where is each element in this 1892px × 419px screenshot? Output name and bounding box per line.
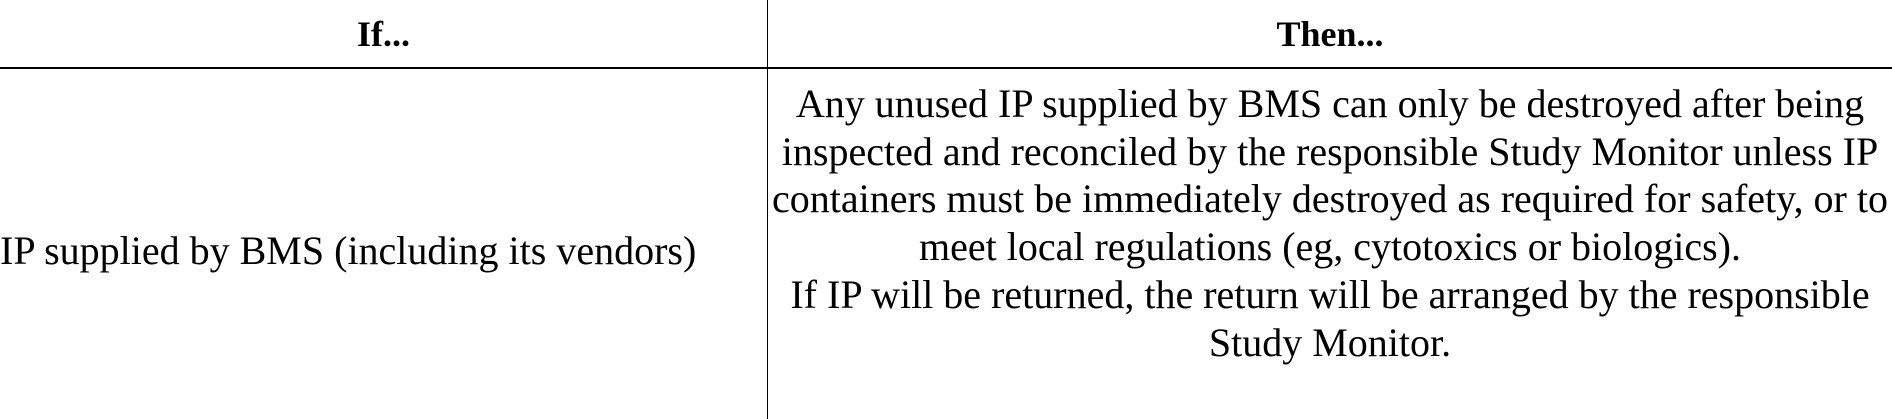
if-cell-text: IP supplied by BMS (including its vendor… <box>0 228 697 273</box>
then-cell: Any unused IP supplied by BMS can only b… <box>768 80 1892 366</box>
header-if: If... <box>357 13 410 54</box>
if-cell: IP supplied by BMS (including its vendor… <box>0 69 767 419</box>
then-paragraph-destroy: Any unused IP supplied by BMS can only b… <box>772 81 1888 270</box>
then-paragraph-return: If IP will be returned, the return will … <box>790 271 1870 365</box>
header-then: Then... <box>1276 13 1384 54</box>
